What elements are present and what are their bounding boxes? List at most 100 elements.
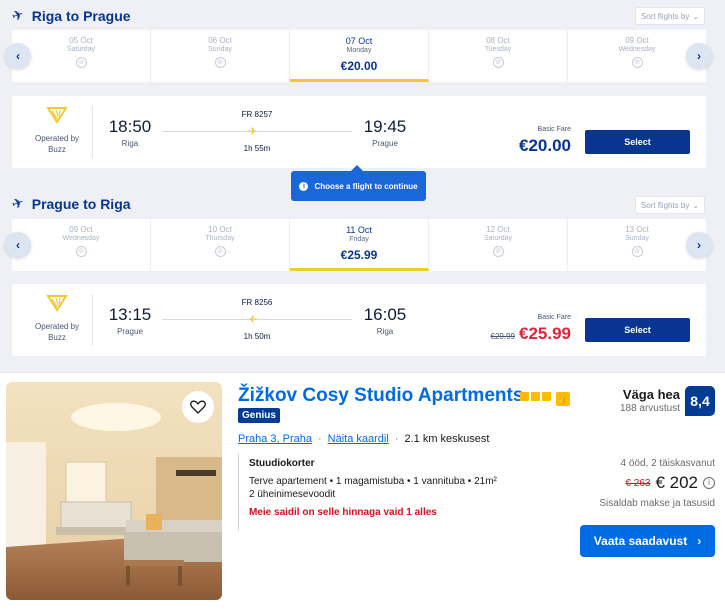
plane-icon: ✈ — [9, 5, 26, 25]
no-flight-icon: ⊘ — [75, 57, 87, 68]
star-rating: 👍 — [520, 392, 570, 406]
outbound-date-strip: 05 Oct Saturday ⊘ 06 Oct Sunday ⊘ 07 Oct… — [12, 30, 706, 82]
prev-dates-button[interactable]: ‹ — [5, 43, 31, 69]
old-fare-price: €29.99 — [490, 332, 515, 341]
inbound-date-strip: 09 Oct Wednesday ⊘ 10 Oct Thursday ⊘ 11 … — [12, 219, 706, 271]
ryanair-harp-icon — [46, 295, 68, 312]
info-icon: i — [299, 181, 309, 191]
genius-badge: Genius — [238, 408, 280, 423]
operator-name: Buzz — [48, 145, 66, 154]
weekday-label: Sunday — [625, 235, 649, 242]
select-button[interactable]: Select — [585, 318, 690, 342]
no-flight-icon: ⊘ — [631, 246, 643, 257]
date-label: 12 Oct — [486, 225, 510, 234]
departure-city: Prague — [117, 327, 143, 336]
date-cell[interactable]: 06 Oct Sunday ⊘ — [151, 30, 290, 82]
divider — [92, 106, 93, 158]
weekday-label: Sunday — [208, 46, 232, 53]
flight-number: FR 8256 — [241, 298, 273, 307]
date-cell[interactable]: 10 Oct Thursday ⊘ — [151, 219, 290, 271]
date-label: 09 Oct — [69, 225, 93, 234]
price-row: € 263 € 202 i — [625, 473, 715, 493]
info-icon[interactable]: i — [703, 477, 715, 489]
chevron-left-icon: ‹ — [16, 238, 20, 252]
plane-icon: ✈ — [9, 193, 26, 213]
room-description: Terve apartement • 1 magamistuba • 1 van… — [249, 475, 558, 501]
arrival-time: 16:05 — [363, 305, 407, 324]
ryanair-harp-icon — [46, 107, 68, 124]
star-icon — [542, 392, 551, 401]
show-on-map-link[interactable]: Näita kaardil — [328, 433, 389, 445]
tooltip-text: Choose a flight to continue — [314, 181, 418, 191]
date-cell[interactable]: 12 Oct Saturday ⊘ — [429, 219, 568, 271]
fare-price: €20.00 — [519, 136, 571, 155]
date-label: 06 Oct — [208, 36, 232, 45]
location-row: Praha 3, Praha · Näita kaardil · 2.1 km … — [238, 433, 489, 445]
next-dates-button[interactable]: › — [686, 43, 712, 69]
room-name: Stuudiokorter — [249, 458, 315, 469]
date-cell[interactable]: 05 Oct Saturday ⊘ — [12, 30, 151, 82]
plane-icon: ✈ — [248, 126, 258, 138]
select-button[interactable]: Select — [585, 130, 690, 154]
operated-by-label: Operated by — [34, 134, 80, 143]
sort-dropdown[interactable]: Sort flights by ⌄ — [635, 7, 705, 25]
date-label: 10 Oct — [208, 225, 232, 234]
operator-block: Operated by Buzz — [22, 104, 92, 155]
stay-details: 4 ööd, 2 täiskasvanut — [620, 458, 715, 469]
chevron-right-icon: › — [697, 238, 701, 252]
weekday-label: Saturday — [66, 46, 96, 53]
flight-duration: 1h 50m — [243, 332, 271, 341]
see-availability-button[interactable]: Vaata saadavust › — [580, 525, 715, 557]
fare-label: Basic Fare — [537, 314, 571, 321]
scarcity-warning: Meie saidil on selle hinnaga vaid 1 alle… — [249, 507, 437, 518]
no-flight-icon: ⊘ — [75, 246, 87, 257]
room-description-line: Terve apartement • 1 magamistuba • 1 van… — [249, 476, 497, 487]
arrival-city: Prague — [372, 139, 398, 148]
date-label: 13 Oct — [625, 225, 649, 234]
operator-name: Buzz — [48, 333, 66, 342]
plane-icon: ✈ — [248, 314, 258, 326]
date-cell-selected[interactable]: 11 Oct Friday €25.99 — [290, 219, 429, 271]
heart-icon — [190, 400, 206, 414]
rating-word: Väga hea — [622, 387, 680, 402]
no-flight-icon: ⊘ — [631, 57, 643, 68]
inbound-header: ✈ Prague to Riga — [9, 193, 131, 213]
outbound-title: Riga to Prague — [31, 7, 131, 24]
outbound-flight-card: Operated by Buzz 18:50 Riga FR 8257 ✈ 1h… — [12, 96, 706, 168]
sort-dropdown[interactable]: Sort flights by ⌄ — [635, 196, 705, 214]
hotel-name-link[interactable]: Žižkov Cosy Studio Apartments — [238, 385, 523, 407]
favorite-button[interactable] — [182, 391, 214, 423]
operated-by-label: Operated by — [34, 322, 80, 331]
chevron-left-icon: ‹ — [16, 49, 20, 63]
departure-time: 18:50 — [108, 117, 152, 136]
departure-time: 13:15 — [108, 305, 152, 324]
weekday-label: Tuesday — [484, 46, 512, 53]
weekday-label: Saturday — [483, 235, 513, 242]
outbound-header: ✈ Riga to Prague — [9, 5, 131, 25]
sort-label: Sort flights by — [640, 200, 690, 210]
next-dates-button[interactable]: › — [686, 232, 712, 258]
fare-label: Basic Fare — [537, 126, 571, 133]
review-count: 188 arvustust — [619, 403, 680, 414]
star-icon — [531, 392, 540, 401]
date-cell-selected[interactable]: 07 Oct Monday €20.00 — [290, 30, 429, 82]
location-link[interactable]: Praha 3, Praha — [238, 433, 312, 445]
fare-price: €25.99 — [519, 324, 571, 343]
arrival-city: Riga — [376, 327, 394, 336]
no-flight-icon: ⊘ — [492, 246, 504, 257]
date-label: 05 Oct — [69, 36, 93, 45]
separator: · — [394, 433, 399, 445]
date-cell[interactable]: 09 Oct Wednesday ⊘ — [12, 219, 151, 271]
weekday-label: Thursday — [205, 235, 235, 242]
weekday-label: Friday — [349, 236, 369, 243]
divider — [92, 294, 93, 346]
chevron-down-icon: ⌄ — [692, 11, 700, 21]
date-price: €25.99 — [340, 248, 378, 262]
date-cell[interactable]: 08 Oct Tuesday ⊘ — [429, 30, 568, 82]
prev-dates-button[interactable]: ‹ — [5, 232, 31, 258]
room-info: Stuudiokorter Terve apartement • 1 magam… — [238, 454, 558, 530]
inbound-title: Prague to Riga — [31, 195, 131, 212]
choose-flight-tooltip: i Choose a flight to continue — [291, 165, 426, 201]
weekday-label: Monday — [346, 47, 372, 54]
room-beds-line: 2 üheinimesevoodit — [249, 489, 336, 500]
